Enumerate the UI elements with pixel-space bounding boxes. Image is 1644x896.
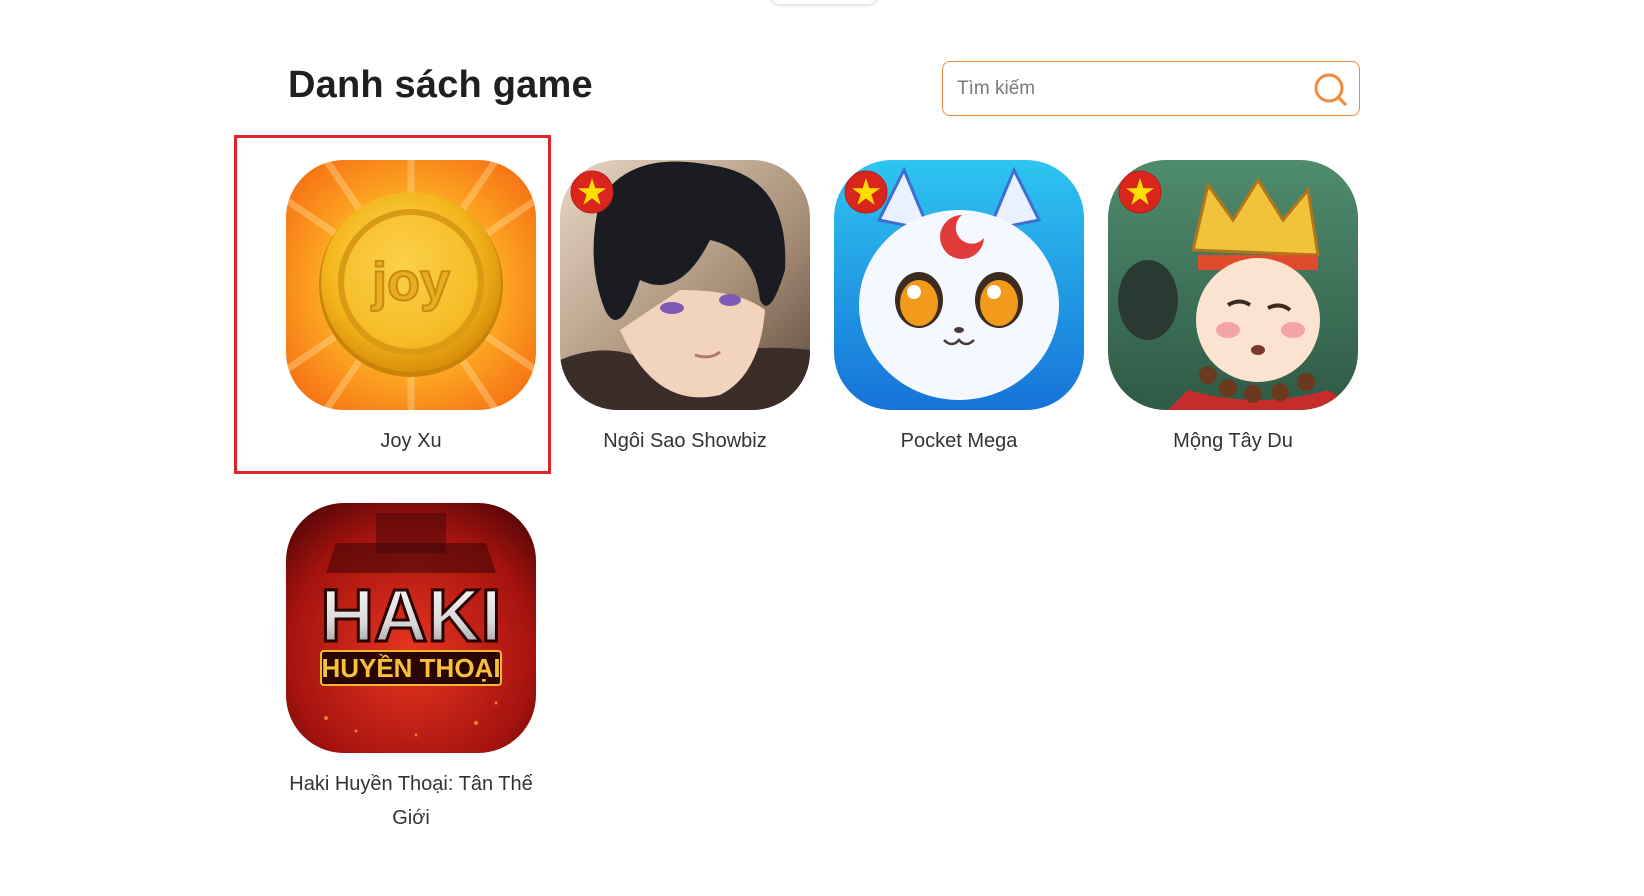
- game-card-ngoi-sao-showbiz[interactable]: Ngôi Sao Showbiz: [555, 160, 815, 458]
- game-card-pocket-mega[interactable]: Pocket Mega: [829, 160, 1089, 458]
- game-label: Pocket Mega: [900, 430, 1018, 452]
- top-tab-handle[interactable]: [769, 0, 879, 4]
- search-input[interactable]: [957, 74, 1297, 104]
- page-title: Danh sách game: [288, 64, 593, 106]
- game-card-mong-tay-du[interactable]: Mộng Tây Du: [1103, 160, 1363, 458]
- search-box[interactable]: [942, 61, 1360, 116]
- ngoi-sao-showbiz-icon[interactable]: [560, 160, 810, 410]
- pocket-mega-icon[interactable]: [834, 160, 1084, 410]
- svg-text:joy: joy: [371, 252, 450, 312]
- game-card-joy-xu[interactable]: joy Joy Xu: [281, 160, 541, 458]
- svg-text:HUYỀN THOẠI: HUYỀN THOẠI: [321, 653, 500, 683]
- vietnam-flag-badge-icon: [570, 170, 614, 214]
- game-label: Haki Huyền Thoại: Tân Thế Giới: [289, 773, 533, 829]
- search-icon[interactable]: [1313, 72, 1349, 108]
- vietnam-flag-badge-icon: [844, 170, 888, 214]
- mong-tay-du-icon[interactable]: [1108, 160, 1358, 410]
- joy-coin-icon[interactable]: joy: [286, 160, 536, 410]
- vietnam-flag-badge-icon: [1118, 170, 1162, 214]
- game-label: Ngôi Sao Showbiz: [603, 430, 767, 452]
- game-label: Mộng Tây Du: [1173, 430, 1293, 452]
- game-label: Joy Xu: [380, 430, 442, 452]
- haki-huyen-thoai-icon[interactable]: HAKI HUYỀN THOẠI: [286, 503, 536, 753]
- game-card-haki-huyen-thoai[interactable]: HAKI HUYỀN THOẠI Haki Huyền Thoại: Tân T…: [281, 503, 541, 835]
- svg-text:HAKI: HAKI: [321, 574, 502, 657]
